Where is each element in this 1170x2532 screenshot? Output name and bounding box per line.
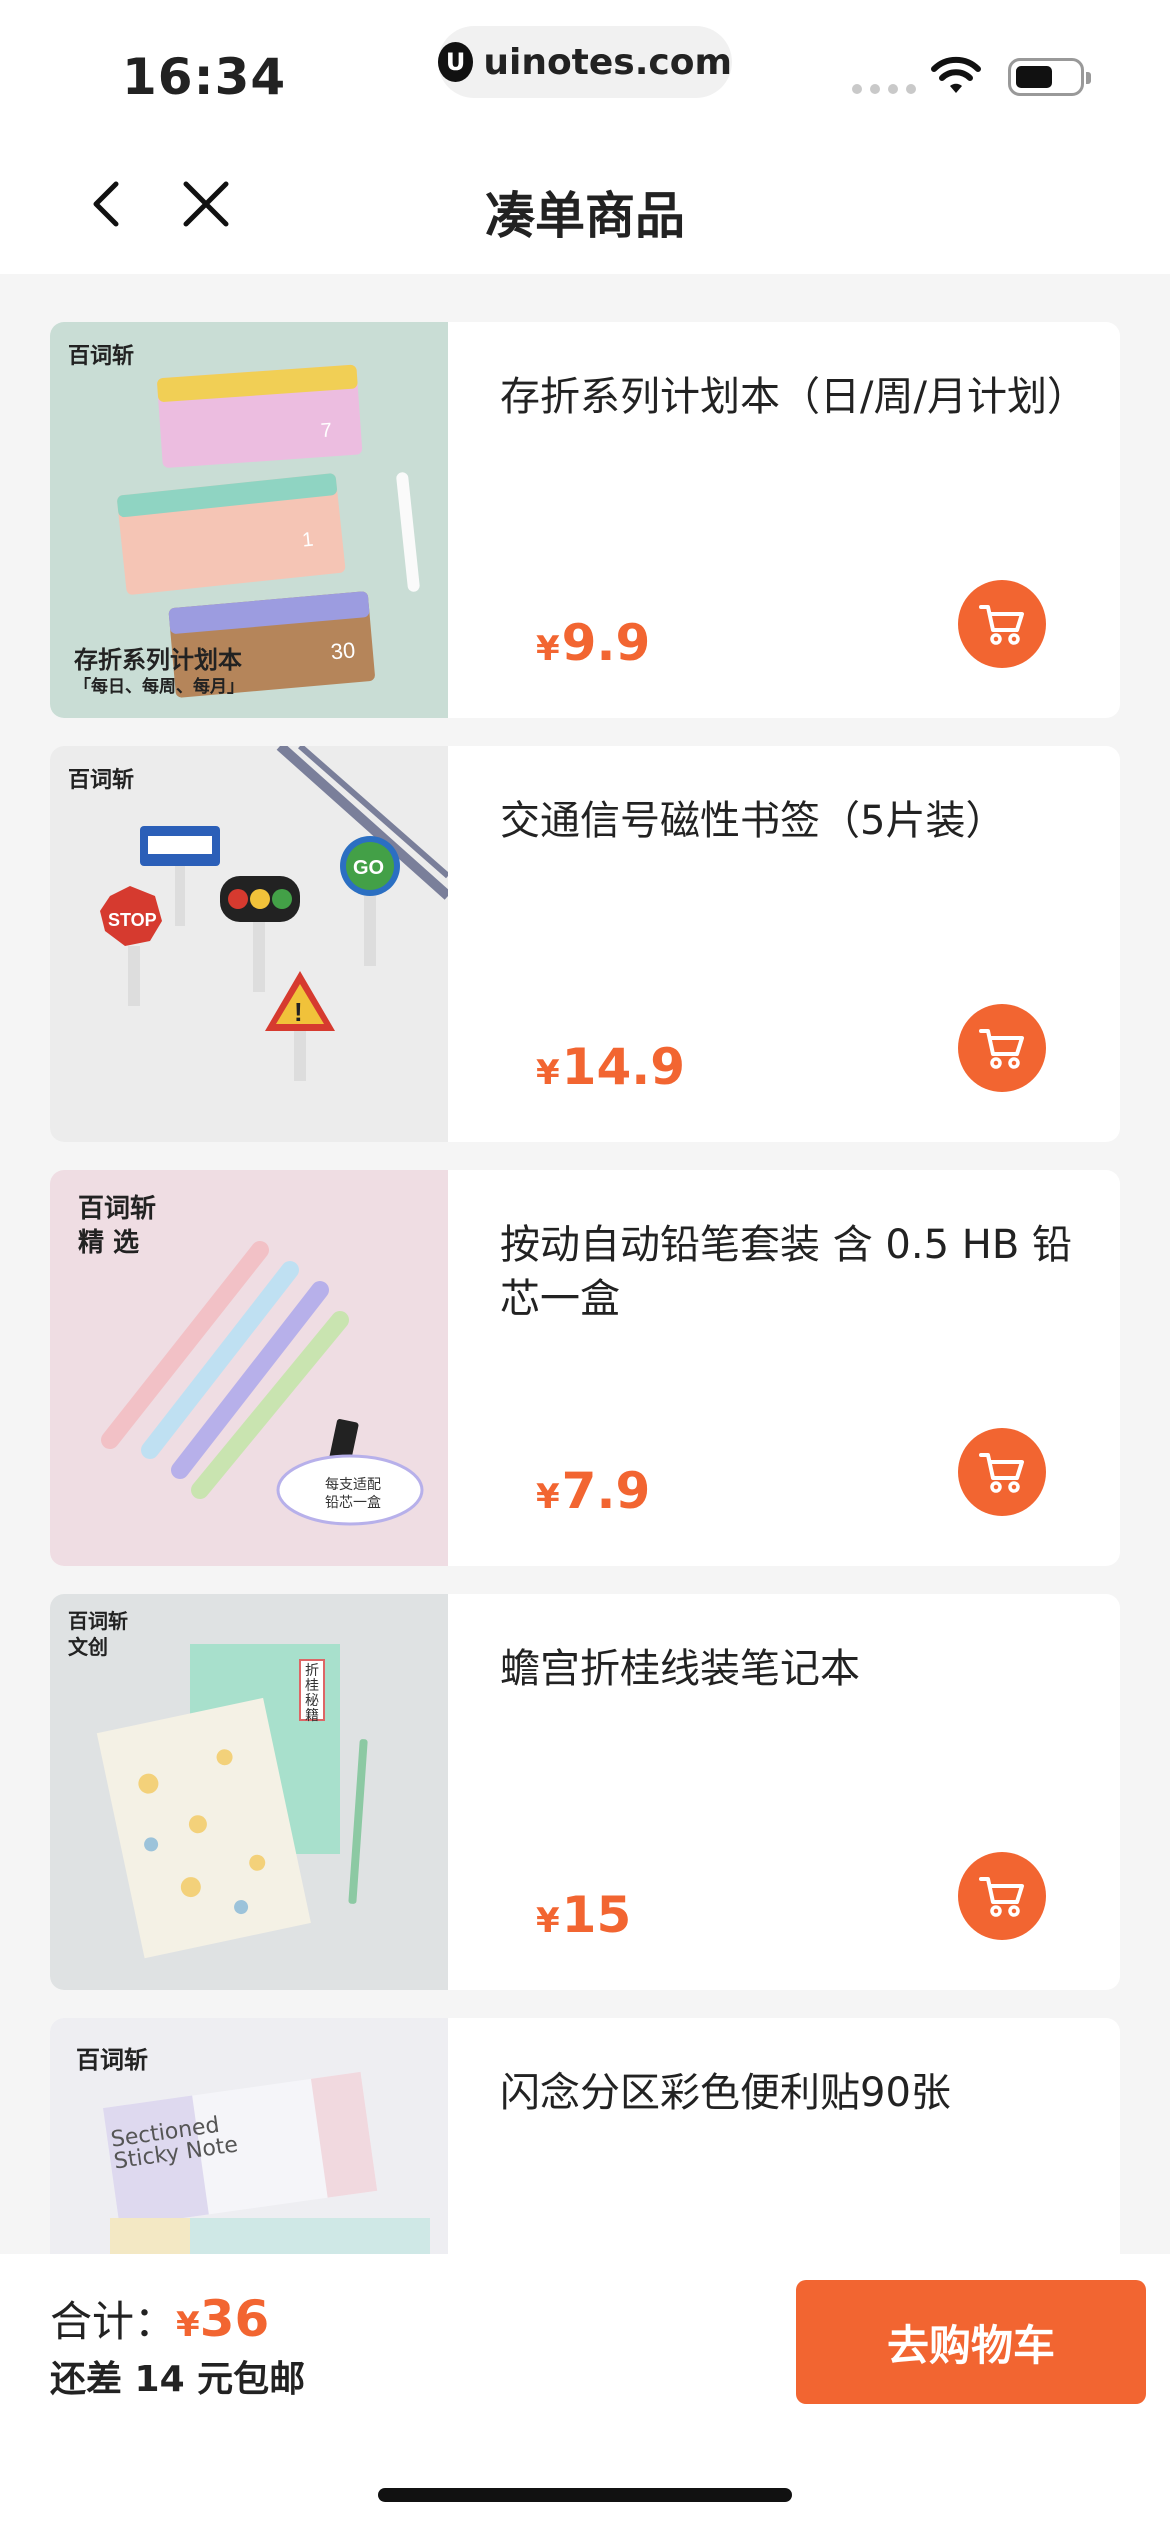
brand-label: 百词斩 (68, 768, 135, 793)
svg-text:STOP: STOP (108, 910, 157, 930)
product-name[interactable]: 按动自动铅笔套装 含 0.5 HB 铅芯一盒 (500, 1218, 1080, 1326)
cart-icon (979, 605, 1024, 645)
product-price: ¥7.9 (536, 1462, 651, 1520)
svg-text:GO: GO (353, 857, 384, 879)
url-pill[interactable]: U uinotes.com (438, 26, 732, 98)
signal-icon (852, 84, 916, 94)
svg-text:30: 30 (330, 637, 357, 664)
battery-icon (1008, 58, 1091, 96)
svg-text:!: ! (294, 997, 303, 1027)
status-time: 16:34 (122, 48, 287, 106)
total-label: 合计： (50, 2297, 177, 2346)
brand-label: 百词斩 精 选 (78, 1194, 157, 1258)
product-card[interactable]: 7 1 30 百词斩 存折系列计划本 「每日、每周、每月」 存折系列计划本（日/… (50, 322, 1120, 718)
svg-text:7: 7 (320, 419, 333, 442)
site-logo-icon: U (438, 42, 474, 82)
product-price: ¥15 (536, 1886, 632, 1944)
product-name[interactable]: 交通信号磁性书签（5片装） (500, 794, 1080, 848)
add-to-cart-button[interactable] (958, 1852, 1046, 1940)
product-price: ¥14.9 (536, 1038, 686, 1096)
nav-bar: 凑单商品 (0, 130, 1170, 274)
product-card[interactable]: 百词斩 精 选 每支适配 铅芯一盒 按动自动铅笔套装 含 0.5 HB 铅芯一盒… (50, 1170, 1120, 1566)
page-title: 凑单商品 (485, 187, 685, 245)
total-amount: ¥36 (176, 2290, 270, 2348)
product-name[interactable]: 存折系列计划本（日/周/月计划） (500, 370, 1087, 424)
add-to-cart-button[interactable] (958, 580, 1046, 668)
product-image[interactable]: 7 1 30 百词斩 存折系列计划本 「每日、每周、每月」 (50, 322, 448, 718)
brand-label: 百词斩 (76, 2046, 148, 2074)
image-subcaption: 「每日、每周、每月」 (74, 677, 244, 697)
product-card[interactable]: 百词斩 文创 折桂秘籍 蟾宫折桂线装笔记本 ¥15 (50, 1594, 1120, 1990)
wifi-icon (931, 56, 981, 93)
image-caption: 折桂秘籍 (305, 1663, 319, 1724)
product-image[interactable]: STOP GO ! 百词斩 (50, 746, 452, 1142)
status-bar: 16:34 U uinotes.com (0, 0, 1170, 130)
total-summary: 合计：¥36 (50, 2288, 269, 2349)
bookmarks-illustration: STOP GO ! (100, 746, 452, 1081)
brand-label: 百词斩 文创 (68, 1609, 128, 1659)
go-to-cart-button[interactable]: 去购物车 (796, 2280, 1146, 2404)
url-text: uinotes.com (483, 41, 732, 83)
shipping-note: 还差 14 元包邮 (50, 2359, 306, 2400)
cart-icon (979, 1453, 1024, 1493)
home-indicator[interactable] (378, 2488, 792, 2502)
brand-label: 百词斩 (68, 344, 135, 369)
product-image[interactable]: 百词斩 文创 折桂秘籍 (50, 1594, 448, 1990)
add-to-cart-button[interactable] (958, 1004, 1046, 1092)
product-name[interactable]: 闪念分区彩色便利贴90张 (500, 2066, 1080, 2120)
add-to-cart-button[interactable] (958, 1428, 1046, 1516)
cart-icon (979, 1029, 1024, 1069)
product-image[interactable]: 百词斩 精 选 每支适配 铅芯一盒 (50, 1170, 448, 1566)
svg-text:1: 1 (301, 529, 314, 552)
product-card[interactable]: STOP GO ! 百词斩 交通信号磁性书签（5片装） ¥14.9 (50, 746, 1120, 1142)
product-name[interactable]: 蟾宫折桂线装笔记本 (500, 1642, 1080, 1696)
image-caption: 每支适配 铅芯一盒 (325, 1477, 381, 1511)
cart-icon (979, 1877, 1024, 1917)
product-price: ¥9.9 (536, 614, 651, 672)
image-caption: 存折系列计划本 (74, 646, 242, 674)
